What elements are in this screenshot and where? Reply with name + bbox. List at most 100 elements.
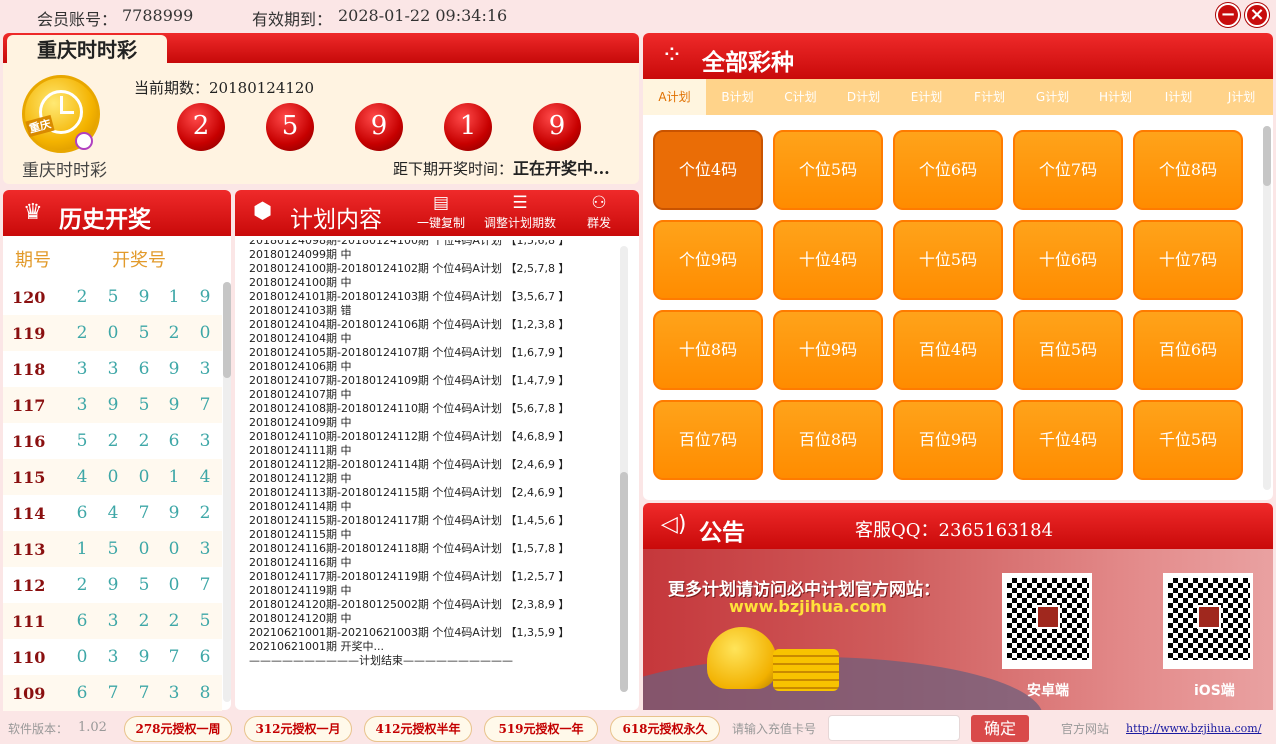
plan-option-button[interactable]: 十位8码 — [653, 310, 763, 390]
history-digit: 3 — [76, 395, 88, 415]
users-icon: ⚇ — [591, 193, 607, 213]
plan-line: 20180124115期 中 — [249, 528, 352, 541]
history-digit: 3 — [107, 647, 119, 667]
plan-line: 20180124108期-20180124110期 个位4码A计划 【5,6,7… — [249, 402, 570, 415]
plan-line: 20180124114期 中 — [249, 500, 352, 513]
history-digit: 7 — [199, 575, 211, 595]
history-digit: 6 — [76, 503, 88, 523]
plan-option-button[interactable]: 十位4码 — [773, 220, 883, 300]
history-digit: 9 — [168, 395, 180, 415]
plan-scrollbar[interactable] — [620, 246, 628, 692]
lottery-tab[interactable]: 重庆时时彩 — [7, 35, 167, 65]
history-digit: 5 — [138, 575, 150, 595]
plan-tab[interactable]: C计划 — [769, 79, 832, 115]
history-digit: 7 — [138, 683, 150, 703]
result-ball: 5 — [266, 103, 314, 151]
speaker-icon: ◁) — [661, 512, 687, 537]
history-digit: 0 — [76, 647, 88, 667]
plan-option-button[interactable]: 百位6码 — [1133, 310, 1243, 390]
plan-tab[interactable]: B计划 — [706, 79, 769, 115]
history-digit: 0 — [138, 467, 150, 487]
history-digit: 6 — [199, 647, 211, 667]
minimize-icon[interactable]: − — [1216, 3, 1240, 27]
history-row: 116 5 2 2 6 3 — [3, 423, 222, 459]
history-digit: 3 — [168, 683, 180, 703]
plan-option-button[interactable]: 个位6码 — [893, 130, 1003, 210]
history-scroll-thumb[interactable] — [223, 282, 231, 378]
banner-url[interactable]: www.bzjihua.com — [729, 597, 887, 616]
plan-line: 20180124119期 中 — [249, 584, 352, 597]
money-bag-icon — [707, 627, 777, 689]
plan-option-button[interactable]: 十位6码 — [1013, 220, 1123, 300]
plan-year-button[interactable]: 519元授权一年 — [484, 716, 598, 742]
history-row: 110 0 3 9 7 6 — [3, 639, 222, 675]
plan-tab[interactable]: E计划 — [895, 79, 958, 115]
android-qr-code — [1002, 573, 1092, 669]
history-period: 110 — [12, 648, 46, 667]
plan-option-button[interactable]: 十位5码 — [893, 220, 1003, 300]
plan-tab[interactable]: A计划 — [643, 79, 706, 115]
plan-option-button[interactable]: 十位7码 — [1133, 220, 1243, 300]
plan-option-button[interactable]: 个位9码 — [653, 220, 763, 300]
history-period: 118 — [12, 360, 46, 379]
logo-tag: 重庆 — [25, 114, 55, 138]
plan-tab[interactable]: J计划 — [1210, 79, 1273, 115]
member-label: 会员账号： — [37, 10, 118, 29]
site-link[interactable]: http://www.bzjihua.com/ — [1126, 722, 1261, 735]
plan-line: 20180124117期-20180124119期 个位4码A计划 【1,2,5… — [249, 570, 570, 583]
plan-line: 20210621001期 开奖中... — [249, 640, 384, 653]
history-digit: 5 — [107, 539, 119, 559]
plan-line: 20180124110期-20180124112期 个位4码A计划 【4,6,8… — [249, 430, 570, 443]
plan-scroll-thumb[interactable] — [620, 472, 628, 692]
plan-option-button[interactable]: 千位5码 — [1133, 400, 1243, 480]
plan-option-button[interactable]: 十位9码 — [773, 310, 883, 390]
plan-tab[interactable]: I计划 — [1147, 79, 1210, 115]
history-row: 117 3 9 5 9 7 — [3, 387, 222, 423]
plan-option-button[interactable]: 百位4码 — [893, 310, 1003, 390]
plan-tab[interactable]: F计划 — [958, 79, 1021, 115]
plan-option-button[interactable]: 百位7码 — [653, 400, 763, 480]
copy-button[interactable]: ▤ 一键复制 — [417, 194, 465, 231]
member-id: 7788999 — [122, 6, 194, 25]
next-draw-label: 距下期开奖时间： — [393, 160, 514, 178]
card-label: 请输入充值卡号 — [732, 722, 817, 736]
plan-option-button[interactable]: 个位5码 — [773, 130, 883, 210]
plan-line: 20180124101期-20180124103期 个位4码A计划 【3,5,6… — [249, 290, 570, 303]
plan-halfyear-button[interactable]: 412元授权半年 — [364, 716, 472, 742]
plan-option-button[interactable]: 千位4码 — [1013, 400, 1123, 480]
history-digit: 5 — [76, 431, 88, 451]
close-icon[interactable]: × — [1245, 3, 1269, 27]
group-send-button[interactable]: ⚇ 群发 — [587, 194, 611, 231]
site-label: 官方网站 — [1061, 722, 1110, 736]
plan-line: 20180124116期-20180124118期 个位4码A计划 【1,5,7… — [249, 542, 570, 555]
confirm-button[interactable]: 确定 — [971, 715, 1029, 742]
history-digit: 4 — [199, 467, 211, 487]
history-scrollbar[interactable] — [223, 282, 231, 702]
history-digit: 9 — [168, 503, 180, 523]
plan-option-button[interactable]: 百位9码 — [893, 400, 1003, 480]
all-title: 全部彩种 — [702, 49, 794, 76]
period-label: 当前期数： — [134, 79, 210, 97]
plan-line: 20180124105期-20180124107期 个位4码A计划 【1,6,7… — [249, 346, 570, 359]
history-digit: 2 — [168, 323, 180, 343]
adjust-periods-button[interactable]: ☰ 调整计划期数 — [484, 194, 556, 231]
plan-option-button[interactable]: 个位7码 — [1013, 130, 1123, 210]
history-digit: 4 — [76, 467, 88, 487]
plan-option-button[interactable]: 个位8码 — [1133, 130, 1243, 210]
plan-tab[interactable]: H计划 — [1084, 79, 1147, 115]
plan-month-button[interactable]: 312元授权一月 — [244, 716, 352, 742]
plan-line: 20180124107期-20180124109期 个位4码A计划 【1,4,7… — [249, 374, 570, 387]
plan-week-button[interactable]: 278元授权一周 — [124, 716, 232, 742]
all-scroll-thumb[interactable] — [1263, 126, 1271, 186]
plan-option-button[interactable]: 百位8码 — [773, 400, 883, 480]
plan-option-button[interactable]: 百位5码 — [1013, 310, 1123, 390]
history-digit: 7 — [168, 647, 180, 667]
history-digit: 8 — [199, 683, 211, 703]
history-row: 120 2 5 9 1 9 — [3, 279, 222, 315]
all-scrollbar[interactable] — [1263, 126, 1271, 490]
plan-forever-button[interactable]: 618元授权永久 — [610, 716, 720, 742]
card-input[interactable] — [828, 715, 960, 741]
plan-tab[interactable]: D计划 — [832, 79, 895, 115]
plan-tab[interactable]: G计划 — [1021, 79, 1084, 115]
plan-option-button[interactable]: 个位4码 — [653, 130, 763, 210]
